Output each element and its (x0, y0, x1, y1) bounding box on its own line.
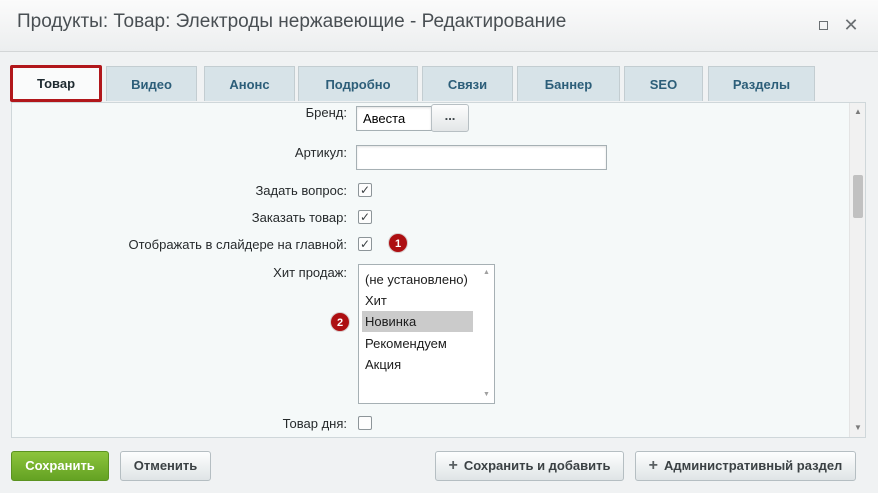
save-and-add-button[interactable]: + Сохранить и добавить (435, 451, 624, 481)
tab-announcement[interactable]: Анонс (204, 66, 295, 101)
listbox-option[interactable]: Рекомендуем (362, 333, 473, 354)
cancel-button[interactable]: Отменить (120, 451, 211, 481)
brand-label: Бренд: (305, 105, 347, 120)
brand-browse-button[interactable]: ... (431, 104, 469, 132)
tab-product[interactable]: Товар (10, 65, 102, 102)
window-titlebar: Продукты: Товар: Электроды нержавеющие -… (0, 0, 878, 52)
ask-question-checkbox[interactable]: ✓ (358, 183, 372, 197)
bestseller-label: Хит продаж: (273, 265, 347, 280)
bestseller-listbox[interactable]: (не установлено) Хит Новинка Рекомендуем… (358, 264, 495, 404)
close-icon[interactable]: ✕ (842, 15, 860, 35)
tab-content-panel: Бренд: ... Артикул: Задать вопрос: ✓ Зак… (11, 102, 866, 438)
order-product-label: Заказать товар: (251, 210, 347, 225)
check-icon: ✓ (359, 183, 371, 197)
listbox-scrollbar[interactable]: ▲ ▼ (479, 265, 494, 403)
tab-seo[interactable]: SEO (624, 66, 703, 101)
product-of-day-checkbox[interactable] (358, 416, 372, 430)
admin-section-button[interactable]: + Административный раздел (635, 451, 856, 481)
annotation-badge-2: 2 (330, 312, 350, 332)
check-icon: ✓ (359, 237, 371, 251)
scroll-up-arrow-icon[interactable]: ▲ (479, 267, 494, 279)
annotation-badge-1: 1 (388, 233, 408, 253)
tab-banner[interactable]: Баннер (517, 66, 620, 101)
tab-details[interactable]: Подробно (298, 66, 418, 101)
window-title: Продукты: Товар: Электроды нержавеющие -… (17, 11, 567, 32)
content-scrollbar[interactable]: ▲ ▼ (849, 103, 865, 437)
product-of-day-label: Товар дня: (282, 416, 347, 431)
admin-section-label: Административный раздел (664, 458, 843, 473)
tab-links[interactable]: Связи (422, 66, 513, 101)
plus-icon: + (648, 457, 659, 474)
save-button[interactable]: Сохранить (11, 451, 109, 481)
tab-sections[interactable]: Разделы (708, 66, 815, 101)
article-input[interactable] (356, 145, 607, 170)
scroll-up-arrow-icon[interactable]: ▲ (850, 105, 865, 119)
listbox-option[interactable]: Хит (362, 290, 473, 311)
listbox-option[interactable]: (не установлено) (362, 269, 473, 290)
order-product-checkbox[interactable]: ✓ (358, 210, 372, 224)
scrollbar-thumb[interactable] (853, 175, 863, 218)
show-in-slider-label: Отображать в слайдере на главной: (128, 237, 348, 252)
save-and-add-label: Сохранить и добавить (463, 458, 611, 473)
scroll-down-arrow-icon[interactable]: ▼ (479, 389, 494, 401)
show-in-slider-checkbox[interactable]: ✓ (358, 237, 372, 251)
brand-input[interactable] (356, 106, 432, 131)
tab-video[interactable]: Видео (106, 66, 197, 101)
listbox-option-selected[interactable]: Новинка (362, 311, 473, 332)
check-icon: ✓ (359, 210, 371, 224)
plus-icon: + (448, 457, 458, 474)
listbox-option[interactable]: Акция (362, 354, 473, 375)
article-label: Артикул: (294, 145, 347, 160)
maximize-icon[interactable] (814, 15, 832, 35)
ask-question-label: Задать вопрос: (255, 183, 347, 198)
scroll-down-arrow-icon[interactable]: ▼ (850, 421, 865, 435)
